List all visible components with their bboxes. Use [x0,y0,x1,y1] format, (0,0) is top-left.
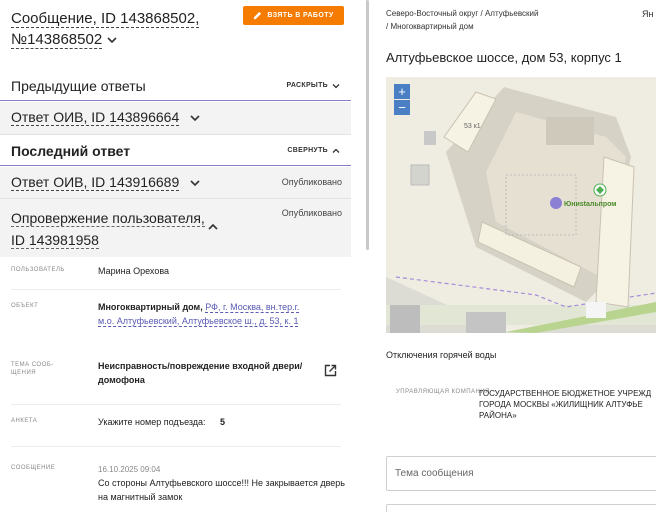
refutation-text: Опровержение пользователя, ID 143981958 [11,210,205,249]
user-label: ПОЛЬЗОВАТЕЛЬ [11,267,65,273]
object-panel: Северо-Восточный округ / Алтуфьевский / … [372,0,656,512]
chevron-down-icon [107,37,117,44]
message-label: СООБЩЕНИЕ [11,465,56,471]
building-label: 53 к1 [464,123,481,130]
pencil-icon [254,11,262,20]
last-answer-header: Последний ответ СВЕРНУТЬ [0,136,351,166]
previous-answer-item[interactable]: Ответ ОИВ, ID 143896664 [11,109,201,126]
message-text: Со стороны Алтуфьевского шоссе!!! Не зак… [98,478,345,502]
status-badge: Опубликовано [281,208,342,218]
chevron-up-icon [332,148,340,153]
message-field: СООБЩЕНИЕ 16.10.2025 09:04 Со стороны Ал… [11,455,345,512]
message-panel: Сообщение, ID 143868502, №143868502 ВЗЯТ… [0,0,351,512]
poi-label: Юниstальпром [564,201,616,208]
form-answer: 5 [220,417,226,427]
chevron-down-icon [190,180,200,187]
take-to-work-button[interactable]: ВЗЯТЬ В РАБОТУ [243,6,344,25]
chevron-down-icon [332,83,340,88]
form-question: Укажите номер подъезда: [98,417,206,427]
scrollbar[interactable] [366,0,369,250]
previous-answers-header: Предыдущие ответы РАСКРЫТЬ [0,71,351,101]
last-answer-item[interactable]: Ответ ОИВ, ID 143916689 [11,174,201,191]
breadcrumb-line1[interactable]: Северо-Восточный округ / Алтуфьевский [386,7,586,20]
collapse-label: СВЕРНУТЬ [287,147,328,154]
chevron-up-icon[interactable] [207,222,219,232]
message-date: 16.10.2025 09:04 [98,465,161,474]
map-zoom-controls: + − [394,84,410,116]
management-company-label-text: УПРАВЛЯЮЩАЯ КОМПАНИЯ [396,389,491,395]
map[interactable]: Юниstальпром 53 к1 + − [386,77,656,333]
management-company-value: ГОСУДАРСТВЕННОЕ БЮДЖЕТНОЕ УЧРЕЖД ГОРОДА … [479,389,652,420]
chevron-down-icon [190,115,200,122]
last-answer-text: Ответ ОИВ, ID 143916689 [11,174,180,191]
breadcrumb: Северо-Восточный округ / Алтуфьевский / … [386,7,586,33]
message-title-text: Сообщение, ID 143868502, №143868502 [11,10,200,49]
refutation-item[interactable]: Опровержение пользователя, ID 143981958 [11,207,206,251]
message-title[interactable]: Сообщение, ID 143868502, №143868502 [11,8,231,50]
object-value: Многоквартирный дом, РФ, г. Москва, вн.т… [98,300,308,328]
form-field: АНКЕТА Укажите номер подъезда: 5 [11,405,341,447]
previous-answer-text: Ответ ОИВ, ID 143896664 [11,109,180,126]
previous-answer-row[interactable]: Ответ ОИВ, ID 143896664 [0,102,351,135]
object-field: ОБЪЕКТ Многоквартирный дом, РФ, г. Москв… [11,296,341,336]
previous-answers-title: Предыдущие ответы [11,77,146,94]
object-label: ОБЪЕКТ [11,303,39,309]
topic-placeholder: Тема сообщения [395,468,474,479]
topic-field: ТЕМА СООБ-ЩЕНИЯ Неисправность/повреждени… [11,347,341,405]
object-type: Многоквартирный дом, [98,302,203,312]
breadcrumb-line2[interactable]: / Многоквартирный дом [386,20,586,33]
user-field: ПОЛЬЗОВАТЕЛЬ Марина Орехова [11,264,341,290]
last-answer-title: Последний ответ [11,142,131,159]
management-company-label: УПРАВЛЯЮЩАЯ КОМПАНИЯ [396,388,490,397]
second-input[interactable] [386,504,656,512]
map-canvas: Юниstальпром 53 к1 [386,77,656,333]
take-to-work-label: ВЗЯТЬ В РАБОТУ [267,12,334,19]
lang-label: Ян [642,9,654,19]
zoom-out-button[interactable]: − [394,100,410,115]
user-value: Марина Орехова [98,266,170,276]
status-badge: Опубликовано [281,177,342,187]
topic-value: Неисправность/повреждение входной двери/… [98,361,303,385]
form-label: АНКЕТА [11,418,38,424]
expand-label: РАСКРЫТЬ [286,82,328,89]
topic-label: ТЕМА СООБ-ЩЕНИЯ [11,362,54,376]
expand-button[interactable]: РАСКРЫТЬ [287,82,341,89]
collapse-button[interactable]: СВЕРНУТЬ [287,147,340,154]
hot-water-section: Отключения горячей воды [386,350,497,360]
object-address: Алтуфьевское шоссе, дом 53, корпус 1 [386,50,622,65]
external-link-icon[interactable] [324,364,337,377]
zoom-in-button[interactable]: + [394,84,410,99]
last-answer-row[interactable]: Ответ ОИВ, ID 143916689 Опубликовано [0,167,351,199]
topic-input[interactable]: Тема сообщения [386,456,656,491]
